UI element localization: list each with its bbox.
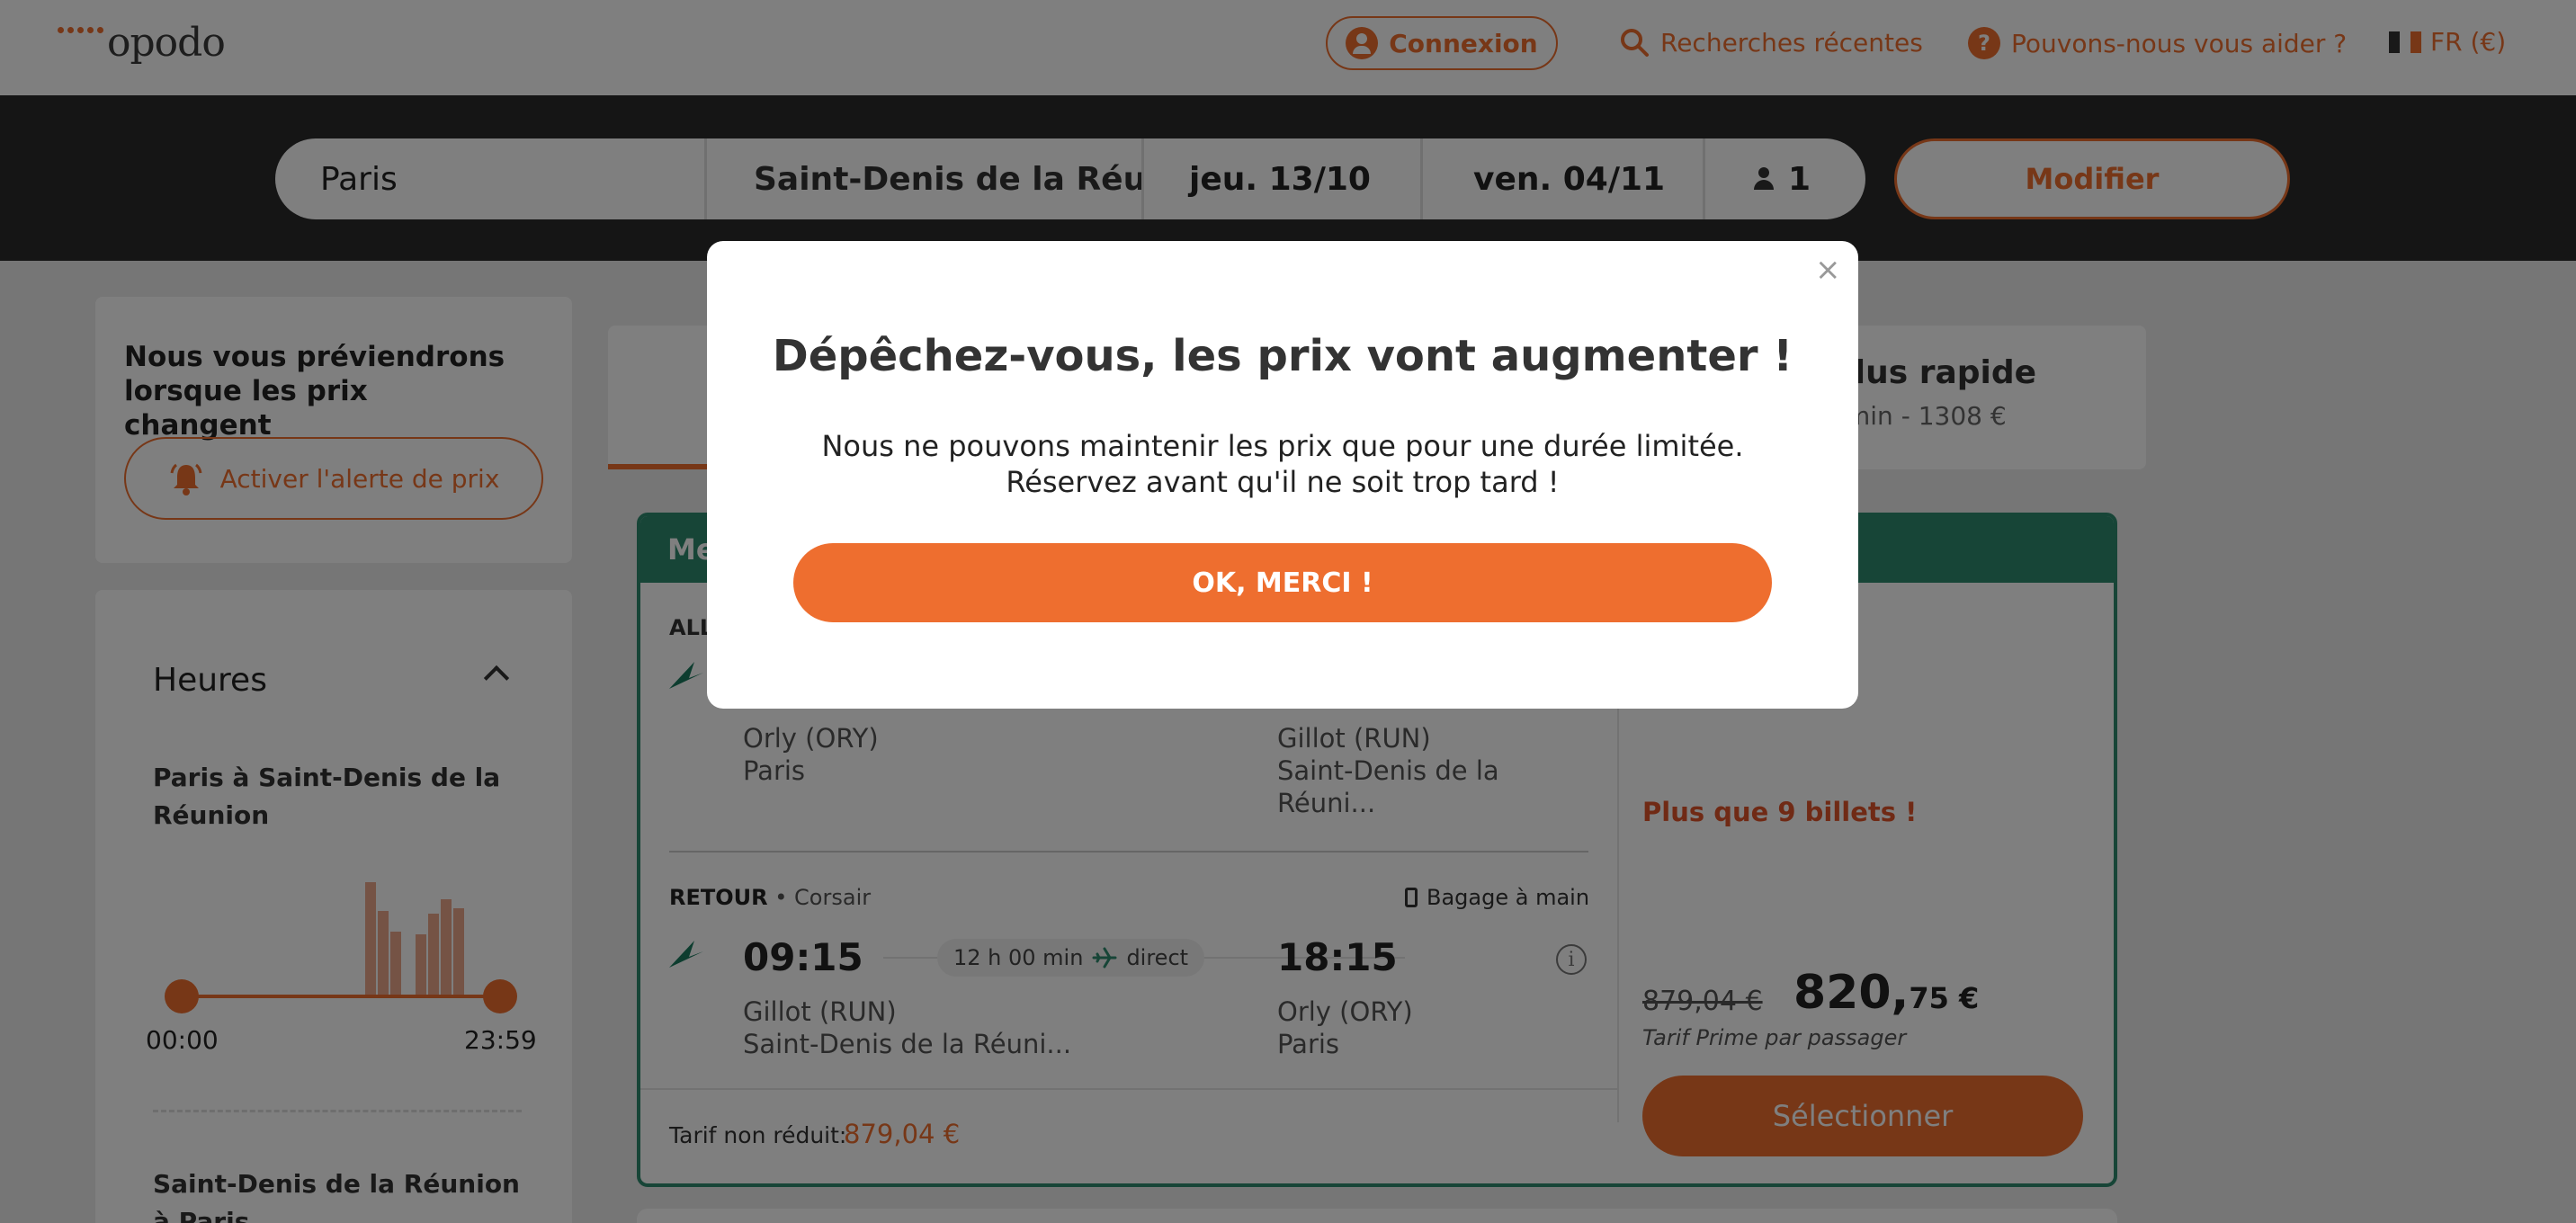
price-warning-modal: × Dépêchez-vous, les prix vont augmenter… [707,241,1858,709]
modal-title: Dépêchez-vous, les prix vont augmenter ! [772,331,1793,381]
modal-body: Nous ne pouvons maintenir les prix que p… [821,429,1744,499]
ok-thanks-button[interactable]: OK, MERCI ! [793,543,1772,622]
close-icon[interactable]: × [1815,254,1841,285]
